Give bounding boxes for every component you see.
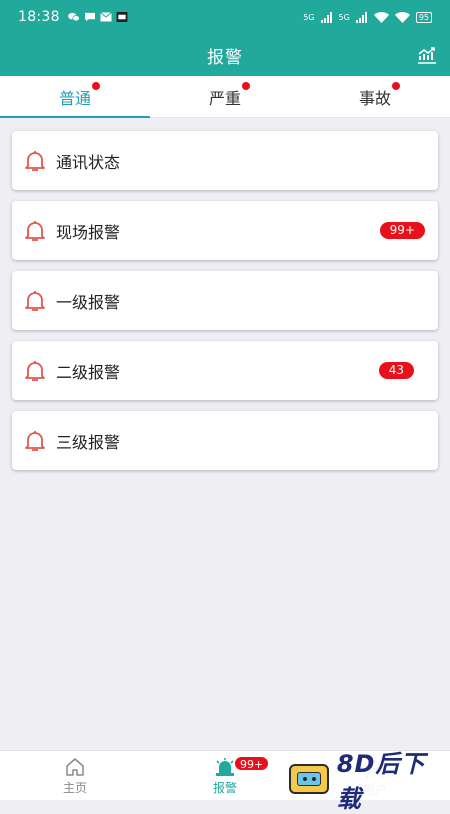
page-title: 报警 [207, 43, 243, 68]
watermark-text: 8D后下载 [337, 744, 450, 814]
alarm-level-tabs: 普通 严重 事故 [0, 76, 450, 118]
tab-label: 普通 [59, 89, 91, 108]
chart-button[interactable] [416, 44, 438, 66]
tab-label: 事故 [359, 89, 391, 108]
alarm-item-level-2[interactable]: 二级报警 43 [12, 341, 438, 400]
nav-label: 报警 [213, 779, 237, 796]
network-5g-label: 5G [303, 13, 314, 22]
tab-normal[interactable]: 普通 [0, 76, 150, 117]
bell-icon [23, 289, 47, 313]
status-time: 18:38 [18, 9, 60, 25]
wechat-icon [68, 12, 80, 22]
app-bar: 报警 [0, 34, 450, 76]
alarm-item-label: 一级报警 [56, 289, 426, 313]
bell-icon [23, 219, 47, 243]
unread-dot [92, 82, 100, 90]
app-notification-icon [116, 12, 128, 22]
bell-icon [23, 149, 47, 173]
wifi-icon [374, 12, 389, 23]
tab-accident[interactable]: 事故 [300, 76, 450, 117]
alarm-bell-icon [214, 757, 236, 777]
alarm-item-level-1[interactable]: 一级报警 [12, 271, 438, 330]
tab-serious[interactable]: 严重 [150, 76, 300, 117]
download-site-watermark: 8D后下载 [285, 758, 450, 800]
alarm-item-label: 现场报警 [56, 219, 380, 243]
message-icon [84, 12, 96, 22]
bell-icon [23, 429, 47, 453]
alarm-item-label: 三级报警 [56, 429, 426, 453]
alarm-item-communication-status[interactable]: 通讯状态 [12, 131, 438, 190]
count-badge: 43 [379, 362, 414, 379]
mail-icon [100, 12, 112, 22]
alarm-list: 通讯状态 现场报警 99+ 一级报警 二级报警 43 三级报警 [12, 131, 438, 481]
wifi-icon-2 [395, 12, 410, 23]
nav-label: 主页 [63, 779, 87, 796]
status-bar: 18:38 5G 5G 95 [0, 0, 450, 34]
unread-dot [392, 82, 400, 90]
nav-count-badge: 99+ [234, 756, 269, 771]
tab-label: 严重 [209, 89, 241, 108]
battery-indicator: 95 [416, 12, 432, 23]
nav-home[interactable]: 主页 [0, 751, 150, 800]
watermark-logo [289, 764, 329, 794]
unread-dot [242, 82, 250, 90]
alarm-item-label: 二级报警 [56, 359, 379, 383]
chart-icon [417, 46, 437, 64]
alarm-item-level-3[interactable]: 三级报警 [12, 411, 438, 470]
alarm-item-onsite-alarm[interactable]: 现场报警 99+ [12, 201, 438, 260]
home-icon [65, 758, 85, 776]
signal-icon-2 [356, 12, 368, 23]
alarm-item-label: 通讯状态 [56, 149, 426, 173]
count-badge: 99+ [380, 222, 425, 239]
network-5g-label-2: 5G [339, 13, 350, 22]
nav-alarm[interactable]: 报警 99+ [150, 751, 300, 800]
signal-icon [321, 12, 333, 23]
bell-icon [23, 359, 47, 383]
